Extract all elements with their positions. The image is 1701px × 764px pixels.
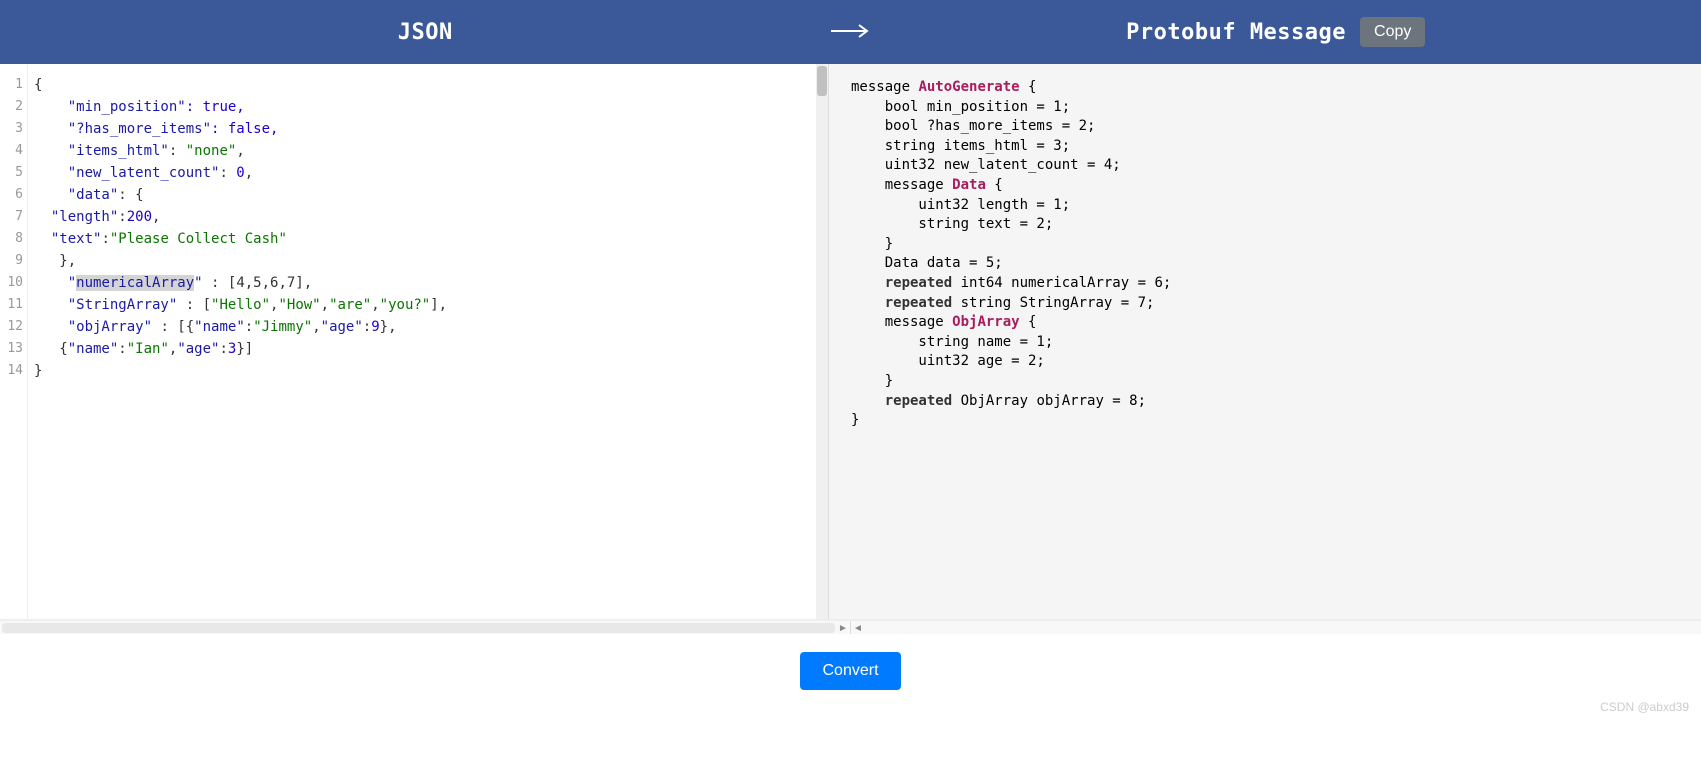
line-number: 6 <box>0 184 23 206</box>
code-line: string items_html = 3; <box>851 137 1679 157</box>
code-line: "?has_more_items": false, <box>34 121 278 137</box>
code-line: }, <box>34 253 76 269</box>
code-line: "objArray" : [{"name":"Jimmy","age":9}, <box>34 319 397 335</box>
code-line: repeated int64 numericalArray = 6; <box>851 274 1679 294</box>
line-number: 10 <box>0 272 23 294</box>
code-line: } <box>851 235 1679 255</box>
copy-button[interactable]: Copy <box>1360 17 1425 47</box>
code-line: } <box>851 411 1679 431</box>
line-number: 4 <box>0 140 23 162</box>
line-number: 11 <box>0 294 23 316</box>
main-split-view: 1 2 3 4 5 6 7 8 9 10 11 12 13 14 { "min_… <box>0 64 1701 620</box>
code-line: Data data = 5; <box>851 254 1679 274</box>
line-number: 12 <box>0 316 23 338</box>
json-editor-pane: 1 2 3 4 5 6 7 8 9 10 11 12 13 14 { "min_… <box>0 64 829 619</box>
code-line: { <box>34 77 42 93</box>
footer: Convert CSDN @abxd39 <box>0 634 1701 720</box>
vertical-scrollbar[interactable] <box>816 64 828 619</box>
horizontal-scrollbar-left[interactable]: ◄ ► <box>0 621 851 634</box>
json-title: JSON <box>398 20 453 45</box>
code-line: "length":200, <box>34 209 160 225</box>
horizontal-scrollbar-right[interactable]: ◄ <box>851 621 1701 634</box>
code-line: } <box>851 372 1679 392</box>
line-number-gutter: 1 2 3 4 5 6 7 8 9 10 11 12 13 14 <box>0 64 28 619</box>
code-line: "min_position": true, <box>34 99 245 115</box>
code-line: "items_html": "none", <box>34 143 245 159</box>
code-line: repeated ObjArray objArray = 8; <box>851 392 1679 412</box>
header-left-section: JSON <box>0 20 851 45</box>
line-number: 14 <box>0 360 23 382</box>
json-editor[interactable]: { "min_position": true, "?has_more_items… <box>28 64 816 619</box>
protobuf-title: Protobuf Message <box>1126 20 1346 45</box>
arrow-icon <box>831 16 871 48</box>
code-line: uint32 length = 1; <box>851 196 1679 216</box>
line-number: 5 <box>0 162 23 184</box>
watermark-text: CSDN @abxd39 <box>1600 700 1689 714</box>
code-line: "text":"Please Collect Cash" <box>34 231 287 247</box>
header-right-section: Protobuf Message Copy <box>851 17 1701 47</box>
code-line: message Data { <box>851 176 1679 196</box>
code-line: string text = 2; <box>851 215 1679 235</box>
app-header: JSON Protobuf Message Copy <box>0 0 1701 64</box>
code-line: "numericalArray" : [4,5,6,7], <box>34 275 312 291</box>
code-line: "StringArray" : ["Hello","How","are","yo… <box>34 297 447 313</box>
code-line: string name = 1; <box>851 333 1679 353</box>
line-number: 9 <box>0 250 23 272</box>
code-line: repeated string StringArray = 7; <box>851 294 1679 314</box>
code-line: "new_latent_count": 0, <box>34 165 253 181</box>
line-number: 8 <box>0 228 23 250</box>
line-number: 13 <box>0 338 23 360</box>
code-line: bool min_position = 1; <box>851 98 1679 118</box>
line-number: 7 <box>0 206 23 228</box>
code-line: bool ?has_more_items = 2; <box>851 117 1679 137</box>
convert-button[interactable]: Convert <box>800 652 900 690</box>
protobuf-output-pane: message AutoGenerate { bool min_position… <box>829 64 1701 619</box>
code-line: message ObjArray { <box>851 313 1679 333</box>
code-line: message AutoGenerate { <box>851 78 1679 98</box>
code-line: {"name":"Ian","age":3}] <box>34 341 253 357</box>
line-number: 2 <box>0 96 23 118</box>
vertical-scrollbar-thumb[interactable] <box>817 66 827 96</box>
code-line: } <box>34 363 42 379</box>
line-number: 1 <box>0 74 23 96</box>
scroll-left-icon[interactable]: ◄ <box>851 621 865 635</box>
scroll-right-icon[interactable]: ► <box>836 621 850 635</box>
code-line: uint32 age = 2; <box>851 352 1679 372</box>
horizontal-scrollbars: ◄ ► ◄ <box>0 620 1701 634</box>
code-line: uint32 new_latent_count = 4; <box>851 156 1679 176</box>
line-number: 3 <box>0 118 23 140</box>
horizontal-scrollbar-thumb[interactable] <box>2 623 835 633</box>
code-line: "data": { <box>34 187 144 203</box>
